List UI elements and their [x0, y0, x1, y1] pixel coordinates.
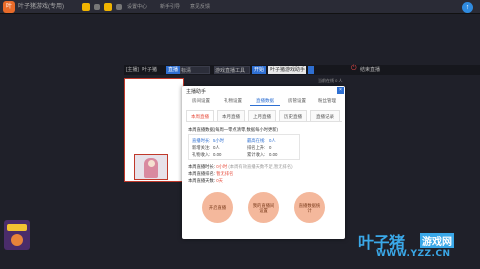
- mode-button[interactable]: 直播: [166, 66, 181, 74]
- stat-rank-label: 排名上升:: [247, 145, 266, 150]
- stat-rank-value: 0: [269, 145, 272, 150]
- power-icon[interactable]: ⏻: [351, 65, 357, 73]
- upload-icon[interactable]: ↑: [462, 2, 473, 13]
- tab-admin-settings[interactable]: 房管设置: [282, 96, 312, 106]
- tab-live-data[interactable]: 直播数据: [250, 96, 280, 106]
- tab-records[interactable]: 直播记录: [310, 110, 340, 121]
- stat-fans-value: 0人: [213, 145, 220, 150]
- tab-this-week[interactable]: 本周直播: [186, 110, 214, 121]
- top-bar: 叶 叶子猪游戏(专用) 设置中心 新手引导 意见反馈 ↑: [0, 0, 480, 14]
- weekly-duration-line: 本周直播时长: 0小时 (本周有效直播天数不足,暂无排名): [188, 164, 293, 169]
- dialog-title: 主播助手: [186, 89, 207, 95]
- stats-panel: 直播时长: 5小时 新增关注: 0人 礼物收入: 0.00 最高在线: 0人 排…: [188, 134, 300, 160]
- avatar-face: [148, 160, 155, 167]
- camera-thumbnail[interactable]: [134, 154, 168, 180]
- room-name: 叶子猪: [142, 67, 158, 73]
- guide-link[interactable]: 新手引导: [160, 1, 180, 13]
- weekly-rank-line: 本周直播排名: 暂无排名: [188, 171, 234, 176]
- weekly-days-line: 本周直播天数: 0天: [188, 178, 223, 183]
- app-logo-icon: 叶: [3, 1, 15, 13]
- room-label: [主播]: [126, 67, 139, 73]
- stat-duration-value: 5小时: [213, 138, 224, 143]
- stat-gifts-label: 礼物收入:: [192, 152, 211, 157]
- tab-gift-settings[interactable]: 礼物设置: [218, 96, 248, 106]
- settings-link[interactable]: 设置中心: [127, 1, 147, 13]
- tab-fans[interactable]: 粉丝管理: [312, 96, 342, 106]
- watermark: 叶子猪 游戏网 WWW.YZZ.CN: [350, 226, 478, 268]
- watermark-tag: 游戏网: [420, 233, 454, 248]
- online-count: 当前在线 0 人: [318, 78, 343, 83]
- stat-fans-label: 新增关注:: [192, 145, 211, 150]
- end-stream-button[interactable]: 结束直播: [360, 66, 380, 74]
- tab-this-month[interactable]: 本月直播: [217, 110, 245, 121]
- section-description: 本周直播数据(每周一零点清零,数据每小时更新): [188, 127, 278, 132]
- start-live-button[interactable]: 开启直播: [202, 192, 233, 223]
- status-dot-icon: [94, 4, 100, 10]
- close-icon[interactable]: ×: [337, 87, 344, 94]
- watermark-url: WWW.YZZ.CN: [376, 249, 451, 259]
- tab-history[interactable]: 历史直播: [279, 110, 307, 121]
- coin-icon: [104, 3, 112, 11]
- start-button[interactable]: 开始: [252, 66, 267, 74]
- sub-tabs: 本周直播 本月直播 上月直播 历史直播 直播记录: [186, 110, 342, 122]
- stat-viewers-label: 最高在线:: [247, 138, 266, 143]
- stat-total-value: 0.00: [269, 152, 278, 157]
- tab-last-month[interactable]: 上月直播: [248, 110, 276, 121]
- stat-duration-label: 直播时长:: [192, 138, 211, 143]
- app-title: 叶子猪游戏(专用): [18, 4, 64, 10]
- anchor-assistant-dialog: 主播助手 × 房间设置 礼物设置 直播数据 房管设置 粉丝管理 本周直播 本月直…: [182, 86, 345, 239]
- data-stats-button[interactable]: 直播数据统计: [294, 192, 325, 223]
- stat-gifts-value: 0.00: [213, 152, 222, 157]
- stream-toolbar: [主播] 叶子猪 直播 标清 游戏直播工具 开始 叶子猪游戏助手 ⏻ 结束直播: [124, 65, 480, 75]
- chevron-down-icon[interactable]: [308, 66, 314, 74]
- status-dot-icon: [116, 4, 122, 10]
- feedback-link[interactable]: 意见反馈: [190, 1, 210, 13]
- quality-input[interactable]: 标清: [180, 66, 210, 74]
- room-settings-button[interactable]: 我的直播间设置: [248, 192, 279, 223]
- tab-room-settings[interactable]: 房间设置: [186, 96, 216, 106]
- top-tabs: 房间设置 礼物设置 直播数据 房管设置 粉丝管理: [186, 96, 342, 107]
- title-input[interactable]: 游戏直播工具: [214, 66, 250, 74]
- level-badge-icon: [82, 3, 90, 11]
- source-select[interactable]: 叶子猪游戏助手: [268, 66, 306, 74]
- stat-total-label: 累计收入:: [247, 152, 266, 157]
- mascot-logo: [4, 220, 30, 250]
- stat-viewers-value: 0人: [269, 138, 276, 143]
